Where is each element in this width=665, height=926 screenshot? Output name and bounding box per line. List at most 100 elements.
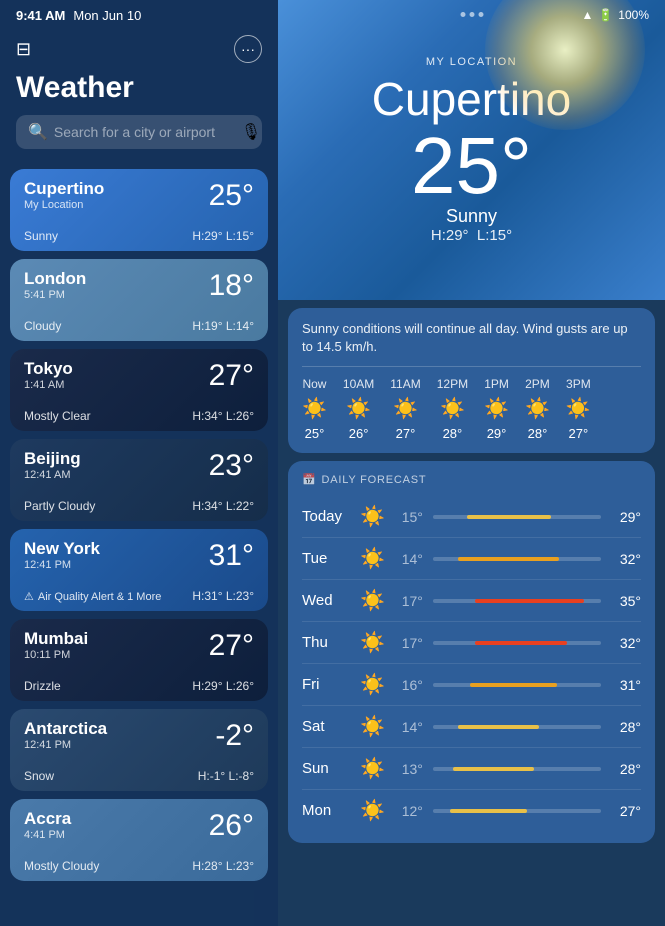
city-hl: H:29° L:15° xyxy=(192,229,254,243)
hour-label: 2PM xyxy=(525,377,550,391)
hourly-desc: Sunny conditions will continue all day. … xyxy=(302,320,641,367)
city-name: Tokyo xyxy=(24,359,73,379)
city-card[interactable]: Antarctica12:41 PM-2°SnowH:-1° L:-8° xyxy=(10,709,268,791)
hour-label: 10AM xyxy=(343,377,374,391)
city-card[interactable]: Tokyo1:41 AM27°Mostly ClearH:34° L:26° xyxy=(10,349,268,431)
day-icon: ☀️ xyxy=(360,756,385,781)
day-name: Sat xyxy=(302,718,352,735)
temp-bar-container xyxy=(433,515,601,519)
day-icon: ☀️ xyxy=(360,630,385,655)
day-name: Today xyxy=(302,508,352,525)
hour-label: 1PM xyxy=(484,377,509,391)
temp-bar xyxy=(458,725,539,729)
city-time: 12:41 PM xyxy=(24,559,100,571)
city-card[interactable]: London5:41 PM18°CloudyH:19° L:14° xyxy=(10,259,268,341)
city-temp: 25° xyxy=(209,179,254,213)
search-input[interactable] xyxy=(54,124,235,140)
day-high: 32° xyxy=(611,635,641,651)
city-condition: Cloudy xyxy=(24,319,61,333)
city-hl: H:19° L:14° xyxy=(192,319,254,333)
daily-section: 📅 DAILY FORECAST Today ☀️ 15° 29° Tue ☀️… xyxy=(288,461,655,843)
city-name: London xyxy=(24,269,86,289)
day-low: 17° xyxy=(393,635,423,651)
city-name: Beijing xyxy=(24,449,81,469)
hourly-scroll[interactable]: Now ☀️ 25° 10AM ☀️ 26° 11AM ☀️ 27° 12PM … xyxy=(302,377,641,441)
daily-header: 📅 DAILY FORECAST xyxy=(302,473,641,486)
search-bar[interactable]: 🔍 🎙 xyxy=(16,115,262,149)
more-button[interactable]: ··· xyxy=(234,35,262,63)
day-icon: ☀️ xyxy=(360,504,385,529)
hero-temp: 25° xyxy=(411,126,532,206)
mic-icon[interactable]: 🎙 xyxy=(241,122,261,142)
hour-temp: 29° xyxy=(487,426,507,441)
city-hl: H:28° L:23° xyxy=(192,859,254,873)
temp-bar-container xyxy=(433,599,601,603)
city-time: 1:41 AM xyxy=(24,379,73,391)
hour-label: Now xyxy=(302,377,326,391)
hour-temp: 28° xyxy=(443,426,463,441)
city-time: 12:41 PM xyxy=(24,739,107,751)
day-high: 32° xyxy=(611,551,641,567)
day-name: Fri xyxy=(302,676,352,693)
city-card[interactable]: Accra4:41 PM26°Mostly CloudyH:28° L:23° xyxy=(10,799,268,881)
temp-bar xyxy=(475,599,584,603)
daily-row: Today ☀️ 15° 29° xyxy=(302,496,641,538)
sidebar-icon[interactable]: ⊟ xyxy=(16,39,31,60)
city-card[interactable]: CupertinoMy Location25°SunnyH:29° L:15° xyxy=(10,169,268,251)
day-name: Mon xyxy=(302,802,352,819)
day-name: Tue xyxy=(302,550,352,567)
day-icon: ☀️ xyxy=(360,714,385,739)
city-condition: Mostly Clear xyxy=(24,409,91,423)
day-high: 27° xyxy=(611,803,641,819)
temp-bar xyxy=(453,767,534,771)
day-low: 14° xyxy=(393,719,423,735)
hour-temp: 27° xyxy=(396,426,416,441)
daily-row: Thu ☀️ 17° 32° xyxy=(302,622,641,664)
city-name: New York xyxy=(24,539,100,559)
right-panel: MY LOCATION Cupertino 25° Sunny H:29° L:… xyxy=(278,0,665,926)
temp-bar-container xyxy=(433,809,601,813)
temp-bar xyxy=(458,557,559,561)
hour-icon: ☀️ xyxy=(484,396,509,421)
temp-bar-container xyxy=(433,557,601,561)
city-condition: Sunny xyxy=(24,229,58,243)
day-name: Sun xyxy=(302,760,352,777)
day-icon: ☀️ xyxy=(360,546,385,571)
city-temp: 27° xyxy=(209,629,254,663)
city-card[interactable]: New York12:41 PM31°⚠Air Quality Alert & … xyxy=(10,529,268,611)
city-temp: 18° xyxy=(209,269,254,303)
status-date: Mon Jun 10 xyxy=(73,8,141,23)
hour-icon: ☀️ xyxy=(440,396,465,421)
hour-label: 11AM xyxy=(390,377,420,391)
day-high: 28° xyxy=(611,719,641,735)
hour-temp: 27° xyxy=(569,426,589,441)
left-panel: ⊟ ··· Weather 🔍 🎙 CupertinoMy Location25… xyxy=(0,0,278,926)
day-high: 31° xyxy=(611,677,641,693)
day-low: 16° xyxy=(393,677,423,693)
city-card[interactable]: Beijing12:41 AM23°Partly CloudyH:34° L:2… xyxy=(10,439,268,521)
hour-item: 12PM ☀️ 28° xyxy=(437,377,468,441)
day-low: 12° xyxy=(393,803,423,819)
status-icons: ▲ 🔋 100% xyxy=(581,8,649,22)
hour-item: Now ☀️ 25° xyxy=(302,377,327,441)
hour-item: 10AM ☀️ 26° xyxy=(343,377,374,441)
daily-row: Wed ☀️ 17° 35° xyxy=(302,580,641,622)
daily-row: Mon ☀️ 12° 27° xyxy=(302,790,641,831)
daily-row: Sun ☀️ 13° 28° xyxy=(302,748,641,790)
hour-item: 3PM ☀️ 27° xyxy=(566,377,591,441)
hourly-section: Sunny conditions will continue all day. … xyxy=(288,308,655,453)
day-low: 14° xyxy=(393,551,423,567)
city-card[interactable]: Mumbai10:11 PM27°DrizzleH:29° L:26° xyxy=(10,619,268,701)
temp-bar xyxy=(467,515,551,519)
temp-bar-container xyxy=(433,641,601,645)
city-condition: Mostly Cloudy xyxy=(24,859,99,873)
temp-bar xyxy=(450,809,527,813)
day-name: Wed xyxy=(302,592,352,609)
day-low: 17° xyxy=(393,593,423,609)
hour-icon: ☀️ xyxy=(393,396,418,421)
hour-temp: 28° xyxy=(528,426,548,441)
status-bar: 9:41 AM Mon Jun 10 ▲ 🔋 100% xyxy=(0,0,665,30)
battery-icon: 🔋 xyxy=(598,8,613,22)
city-time: 10:11 PM xyxy=(24,649,88,661)
hour-icon: ☀️ xyxy=(525,396,550,421)
